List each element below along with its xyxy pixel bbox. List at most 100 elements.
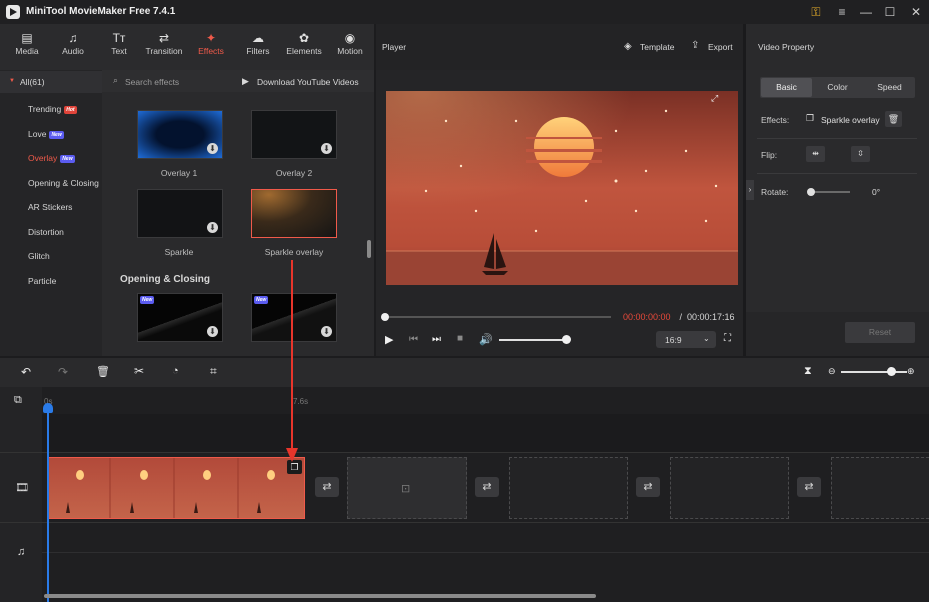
maximize-button[interactable]: ☐ (880, 2, 900, 22)
transition-slot-icon[interactable]: ⇄ (636, 477, 660, 497)
youtube-icon: ▶ (242, 76, 249, 86)
playhead-line (47, 406, 49, 602)
progress-track[interactable] (385, 316, 611, 318)
tab-text[interactable]: Tт Text (97, 30, 141, 56)
video-clip[interactable] (48, 457, 305, 519)
zoom-slider[interactable] (841, 371, 907, 373)
delete-effect-button[interactable]: 🗑 (885, 111, 902, 127)
close-button[interactable]: ✕ (906, 2, 926, 22)
timeline-scrollbar[interactable] (44, 594, 596, 598)
filters-icon: ☁ (252, 31, 264, 45)
sidebar-item-glitch[interactable]: Glitch (28, 251, 50, 261)
undo-icon[interactable]: ↶ (21, 365, 31, 379)
track-divider (0, 452, 929, 453)
menu-icon[interactable]: ≡ (832, 2, 852, 22)
tab-transition[interactable]: ⇄ Transition (142, 30, 186, 56)
sidebar-item-trending[interactable]: Trending Hot (28, 104, 77, 114)
template-icon: ◈ (624, 41, 632, 52)
tab-motion[interactable]: ◉ Motion (328, 30, 372, 56)
play-button[interactable]: ▶ (385, 333, 393, 346)
sidebar-item-opening-closing[interactable]: Opening & Closing (28, 178, 99, 188)
delete-icon[interactable]: 🗑 (96, 365, 110, 378)
effect-thumb-overlay-1[interactable]: ⬇ (137, 110, 223, 159)
rotate-slider[interactable] (810, 191, 850, 193)
tab-speed[interactable]: Speed (864, 78, 915, 97)
aspect-ratio-select[interactable]: 16:9 ⌄ (656, 331, 716, 348)
tab-media[interactable]: ▤ Media (5, 30, 49, 56)
tab-filters[interactable]: ☁ Filters (236, 30, 280, 56)
effect-thumb-overlay-2[interactable]: ⬇ (251, 110, 337, 159)
fullscreen-icon[interactable]: ⤢ (711, 93, 718, 104)
reset-button[interactable]: Reset (845, 322, 915, 343)
flip-horizontal-button[interactable]: ⇹ (806, 146, 825, 162)
minimize-button[interactable]: — (856, 2, 876, 22)
effects-icon: ✦ (205, 31, 217, 45)
empty-clip-slot[interactable]: ⊡ (347, 457, 467, 519)
sidebar-item-overlay[interactable]: Overlay New (28, 153, 75, 163)
tab-basic[interactable]: Basic (761, 78, 812, 97)
next-frame-button[interactable]: ⏭ (432, 334, 441, 345)
zoom-in-icon[interactable]: ⊕ (907, 366, 915, 377)
transition-slot-icon[interactable]: ⇄ (475, 477, 499, 497)
sidebar-item-love[interactable]: Love New (28, 129, 64, 139)
tab-elements[interactable]: ✿ Elements (282, 30, 326, 56)
effect-thumb-sparkle[interactable]: ⬇ (137, 189, 223, 238)
search-input[interactable]: Search effects (125, 77, 179, 87)
rotate-slider-handle[interactable] (807, 188, 815, 196)
redo-icon[interactable]: ↷ (58, 365, 68, 379)
media-toolbar: ▤ Media ♫ Audio Tт Text ⇄ Transition ✦ Effect… (0, 24, 374, 70)
annotation-arrow (286, 260, 298, 462)
stop-button[interactable]: ■ (457, 333, 463, 344)
transition-slot-icon[interactable]: ⇄ (797, 477, 821, 497)
fit-screen-icon[interactable]: ⛶ (724, 333, 731, 344)
rotate-label: Rotate: (761, 187, 789, 197)
download-icon[interactable]: ⬇ (207, 143, 218, 154)
effects-label: Effects: (761, 115, 790, 125)
empty-clip-slot[interactable] (831, 457, 929, 519)
download-icon[interactable]: ⬇ (207, 326, 218, 337)
zoom-out-icon[interactable]: ⊖ (828, 366, 836, 377)
track-divider (42, 552, 929, 553)
transition-icon: ⇄ (158, 31, 170, 45)
clip-frames (66, 458, 275, 518)
collapse-panel-icon[interactable]: › (746, 180, 754, 200)
sidebar-item-all[interactable]: ▼ All(61) (0, 71, 102, 93)
elements-icon: ✿ (298, 31, 310, 45)
tab-color[interactable]: Color (812, 78, 863, 97)
effect-thumb-opening-1[interactable]: New ⬇ (137, 293, 223, 342)
add-track-icon[interactable]: ⧉ (14, 394, 22, 407)
audio-split-icon[interactable]: ⧗ (804, 365, 812, 378)
empty-clip-slot[interactable] (670, 457, 789, 519)
effects-scrollbar[interactable] (367, 240, 371, 258)
key-icon[interactable]: ⚿ (806, 2, 826, 22)
split-scissors-icon[interactable]: ✂ (134, 364, 144, 378)
sidebar-item-distortion[interactable]: Distortion (28, 227, 64, 237)
tab-effects[interactable]: ✦ Effects (189, 30, 233, 56)
volume-icon[interactable]: 🔊 (479, 333, 493, 346)
download-icon[interactable]: ⬇ (321, 326, 332, 337)
new-badge: New (254, 296, 269, 304)
export-button[interactable]: Export (708, 42, 733, 52)
empty-clip-slot[interactable] (509, 457, 628, 519)
flip-vertical-button[interactable]: ⇳ (851, 146, 870, 162)
playhead-handle[interactable] (43, 403, 53, 413)
effect-caption: Sparkle (164, 247, 194, 257)
download-icon[interactable]: ⬇ (207, 222, 218, 233)
effect-thumb-sparkle-overlay[interactable] (251, 189, 337, 238)
download-icon[interactable]: ⬇ (321, 143, 332, 154)
track-divider (0, 522, 929, 523)
speed-icon[interactable]: ◔ (172, 365, 179, 377)
zoom-slider-handle[interactable] (886, 367, 896, 376)
progress-handle[interactable] (381, 313, 389, 321)
template-button[interactable]: Template (640, 42, 675, 52)
video-track-icon: 🎞 (15, 482, 29, 494)
sidebar-item-ar-stickers[interactable]: AR Stickers (28, 202, 72, 212)
sidebar-item-particle[interactable]: Particle (28, 276, 56, 286)
previous-frame-button[interactable]: ⏮ (409, 334, 418, 345)
transition-slot-icon[interactable]: ⇄ (315, 477, 339, 497)
crop-icon[interactable]: ⌗ (210, 364, 217, 379)
volume-handle[interactable] (562, 335, 571, 344)
overlay-track[interactable] (42, 414, 929, 452)
download-youtube-link[interactable]: Download YouTube Videos (257, 77, 359, 87)
tab-audio[interactable]: ♫ Audio (51, 30, 95, 56)
